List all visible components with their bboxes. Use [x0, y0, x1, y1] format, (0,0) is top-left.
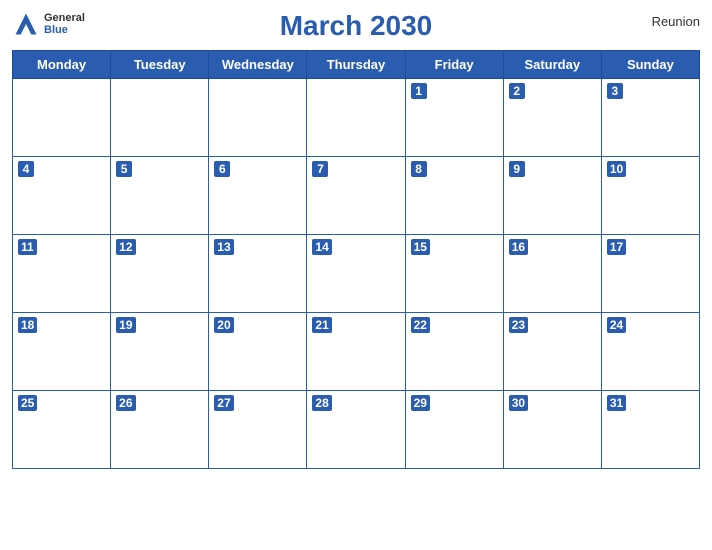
day-cell-20: 20	[209, 313, 307, 391]
day-number-27: 27	[214, 395, 233, 411]
day-number-28: 28	[312, 395, 331, 411]
calendar-container: General Blue March 2030 Reunion Monday T…	[0, 0, 712, 550]
day-number-15: 15	[411, 239, 430, 255]
day-number-24: 24	[607, 317, 626, 333]
day-number-6: 6	[214, 161, 230, 177]
day-number-13: 13	[214, 239, 233, 255]
day-cell-23: 23	[503, 313, 601, 391]
day-cell-17: 17	[601, 235, 699, 313]
day-cell-29: 29	[405, 391, 503, 469]
empty-cell	[13, 79, 111, 157]
calendar-grid: Monday Tuesday Wednesday Thursday Friday…	[12, 50, 700, 469]
day-number-5: 5	[116, 161, 132, 177]
day-cell-24: 24	[601, 313, 699, 391]
day-cell-6: 6	[209, 157, 307, 235]
week-row-5: 25 26 27 28 29 30 31	[13, 391, 700, 469]
header-friday: Friday	[405, 51, 503, 79]
day-cell-28: 28	[307, 391, 405, 469]
day-number-19: 19	[116, 317, 135, 333]
day-cell-3: 3	[601, 79, 699, 157]
day-cell-11: 11	[13, 235, 111, 313]
day-cell-13: 13	[209, 235, 307, 313]
day-number-25: 25	[18, 395, 37, 411]
day-number-2: 2	[509, 83, 525, 99]
day-number-11: 11	[18, 239, 37, 255]
header-sunday: Sunday	[601, 51, 699, 79]
logo-general-text: General	[44, 12, 85, 24]
day-cell-15: 15	[405, 235, 503, 313]
calendar-title: March 2030	[280, 10, 433, 42]
day-number-30: 30	[509, 395, 528, 411]
day-number-12: 12	[116, 239, 135, 255]
empty-cell	[111, 79, 209, 157]
header-thursday: Thursday	[307, 51, 405, 79]
calendar-body: 1234567891011121314151617181920212223242…	[13, 79, 700, 469]
day-number-14: 14	[312, 239, 331, 255]
day-number-17: 17	[607, 239, 626, 255]
logo-blue-text: Blue	[44, 24, 85, 36]
day-cell-8: 8	[405, 157, 503, 235]
day-number-16: 16	[509, 239, 528, 255]
day-number-20: 20	[214, 317, 233, 333]
day-cell-5: 5	[111, 157, 209, 235]
week-row-3: 11 12 13 14 15 16 17	[13, 235, 700, 313]
day-cell-4: 4	[13, 157, 111, 235]
logo-text: General Blue	[44, 12, 85, 36]
day-number-9: 9	[509, 161, 525, 177]
day-number-4: 4	[18, 161, 34, 177]
day-cell-1: 1	[405, 79, 503, 157]
week-row-2: 4 5 6 7 8 9 10	[13, 157, 700, 235]
empty-cell	[209, 79, 307, 157]
generalblue-logo-icon	[12, 10, 40, 38]
day-cell-26: 26	[111, 391, 209, 469]
calendar-header: General Blue March 2030 Reunion	[12, 10, 700, 42]
day-cell-19: 19	[111, 313, 209, 391]
day-number-1: 1	[411, 83, 427, 99]
day-cell-16: 16	[503, 235, 601, 313]
day-cell-12: 12	[111, 235, 209, 313]
day-cell-27: 27	[209, 391, 307, 469]
day-cell-25: 25	[13, 391, 111, 469]
day-cell-10: 10	[601, 157, 699, 235]
day-cell-18: 18	[13, 313, 111, 391]
day-number-29: 29	[411, 395, 430, 411]
empty-cell	[307, 79, 405, 157]
day-number-18: 18	[18, 317, 37, 333]
weekday-header-row: Monday Tuesday Wednesday Thursday Friday…	[13, 51, 700, 79]
day-cell-14: 14	[307, 235, 405, 313]
calendar-thead: Monday Tuesday Wednesday Thursday Friday…	[13, 51, 700, 79]
day-number-8: 8	[411, 161, 427, 177]
day-cell-2: 2	[503, 79, 601, 157]
logo-area: General Blue	[12, 10, 85, 38]
week-row-1: 1 2 3	[13, 79, 700, 157]
header-tuesday: Tuesday	[111, 51, 209, 79]
day-cell-31: 31	[601, 391, 699, 469]
day-number-21: 21	[312, 317, 331, 333]
day-cell-9: 9	[503, 157, 601, 235]
day-cell-21: 21	[307, 313, 405, 391]
day-cell-22: 22	[405, 313, 503, 391]
header-saturday: Saturday	[503, 51, 601, 79]
day-number-3: 3	[607, 83, 623, 99]
day-number-22: 22	[411, 317, 430, 333]
day-cell-30: 30	[503, 391, 601, 469]
day-number-10: 10	[607, 161, 626, 177]
day-number-23: 23	[509, 317, 528, 333]
header-wednesday: Wednesday	[209, 51, 307, 79]
day-number-31: 31	[607, 395, 626, 411]
day-number-26: 26	[116, 395, 135, 411]
day-cell-7: 7	[307, 157, 405, 235]
header-monday: Monday	[13, 51, 111, 79]
day-number-7: 7	[312, 161, 328, 177]
region-label: Reunion	[652, 14, 700, 29]
week-row-4: 18 19 20 21 22 23 24	[13, 313, 700, 391]
